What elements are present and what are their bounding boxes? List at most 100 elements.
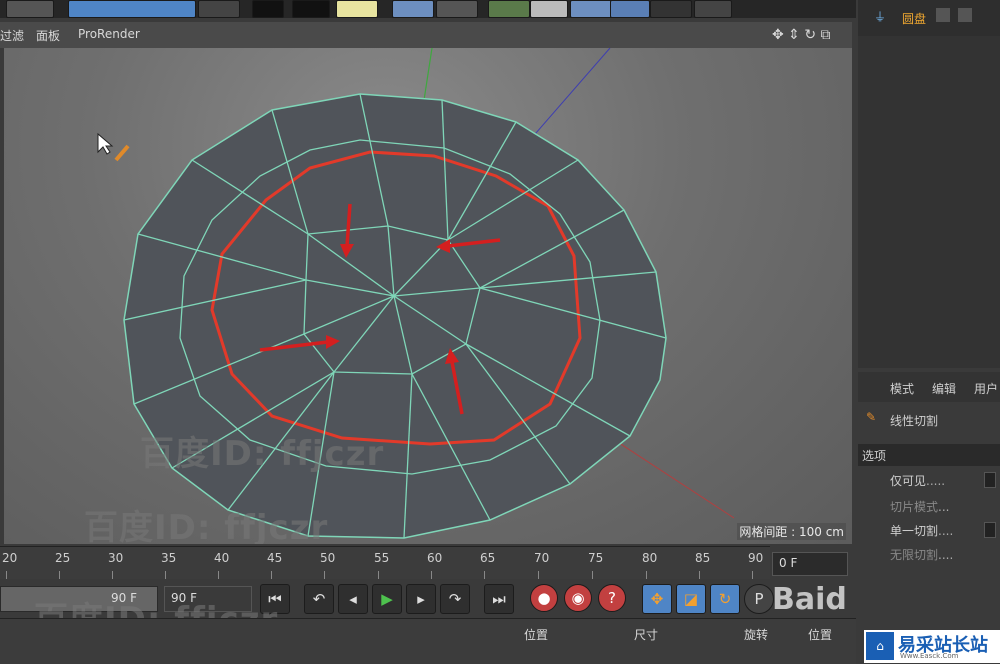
watermark-2: 百度ID: ffjczr (84, 508, 329, 544)
tick-label: 20 (2, 551, 18, 565)
infinite-cut-row[interactable]: 无限切割.... (890, 546, 953, 563)
viewport-scene (97, 48, 735, 539)
tick-label: 55 (374, 551, 390, 565)
main-toolbar (0, 0, 856, 18)
floor-tool-button[interactable] (610, 0, 650, 18)
ruler-tick (6, 571, 7, 579)
single-cut-label: 单一切割 (890, 524, 939, 538)
ruler-tick (431, 571, 432, 579)
spline-tool-button[interactable] (436, 0, 478, 18)
object-manager: ⏚ 圆盘 (858, 0, 1000, 368)
menu-panel[interactable]: 面板 (36, 27, 60, 44)
ruler-tick (646, 571, 647, 579)
ruler-tick (271, 571, 272, 579)
tool-button-coords[interactable] (198, 0, 240, 18)
single-cut-row[interactable]: 单一切割.... (890, 522, 953, 539)
viewport-navigation-icons[interactable]: ✥ ⇕ ↻ ⧉ (772, 27, 831, 43)
visibility-icon[interactable] (936, 8, 950, 22)
menu-filter[interactable]: 过滤 (0, 27, 24, 44)
knife-icon: ✎ (866, 410, 877, 424)
menu-user[interactable]: 用户 (974, 380, 998, 397)
go-to-next-keyframe-button[interactable]: ↷ (440, 584, 470, 614)
record-position-button[interactable]: ✥ (642, 584, 672, 614)
coordinates-panel: 位置 尺寸 旋转 位置 (0, 618, 856, 664)
tick-label: 50 (320, 551, 336, 565)
tool-button-move[interactable] (68, 0, 196, 18)
watermark-1: 百度ID: ffjczr (140, 434, 385, 474)
slice-mode-row[interactable]: 切片模式... (890, 498, 949, 515)
keyframe-selection-button[interactable]: ? (598, 584, 626, 612)
viewport-menubar: 过滤 面板 ProRender ✥ ⇕ ↻ ⧉ (0, 22, 852, 48)
site-logo-url: Www.Easck.Com (900, 652, 959, 660)
tool-button-brush[interactable] (6, 0, 54, 18)
nurbs-tool-button[interactable] (488, 0, 530, 18)
visible-only-label: 仅可见 (890, 474, 927, 488)
menu-edit[interactable]: 编辑 (932, 380, 956, 397)
current-frame-value: 0 F (779, 556, 798, 570)
visible-only-row[interactable]: 仅可见..... (890, 472, 945, 489)
knife-tool-icon (114, 144, 130, 162)
scene-tool-button[interactable] (570, 0, 612, 18)
rotation-header: 旋转 (744, 628, 769, 642)
site-logo: ⌂ 易采站长站 Www.Easck.Com (864, 630, 1000, 663)
tick-label: 25 (55, 551, 71, 565)
site-logo-icon: ⌂ (866, 632, 894, 660)
step-back-button[interactable]: ◂ (338, 584, 368, 614)
ruler-tick (165, 571, 166, 579)
camera-tool-button[interactable] (650, 0, 692, 18)
light-tool-button[interactable] (694, 0, 732, 18)
ruler-tick (484, 571, 485, 579)
ruler-tick (218, 571, 219, 579)
position-header: 位置 (524, 628, 549, 642)
options-tab[interactable]: 选项 (858, 444, 1000, 466)
record-rotation-button[interactable]: ↻ (710, 584, 740, 614)
mouse-cursor-icon (97, 132, 114, 155)
ruler-tick (592, 571, 593, 579)
ruler-tick (324, 571, 325, 579)
single-cut-checkbox[interactable] (984, 522, 996, 538)
ruler-tick (59, 571, 60, 579)
tick-label: 80 (642, 551, 658, 565)
record-parameter-button[interactable]: P (744, 584, 774, 614)
tick-label: 90 (748, 551, 764, 565)
menu-prorender[interactable]: ProRender (78, 27, 140, 41)
attributes-panel: 模式 编辑 用户 ✎ 线性切割 选项 仅可见..... 切片模式... 单一切割… (858, 372, 1000, 618)
record-keyframe-button[interactable]: ● (530, 584, 558, 612)
auto-keyframe-button[interactable]: ◉ (564, 584, 592, 612)
step-forward-button[interactable]: ▸ (406, 584, 436, 614)
tick-label: 45 (267, 551, 283, 565)
go-to-end-button[interactable]: ⏭ (484, 584, 514, 614)
ruler-tick (112, 571, 113, 579)
baidu-watermark: Baid (772, 582, 847, 617)
current-frame-field[interactable]: 0 F (772, 552, 848, 576)
timeline-ruler[interactable]: 20 25 30 35 40 45 50 55 60 65 70 75 80 8… (0, 546, 770, 579)
ruler-tick (699, 571, 700, 579)
slice-mode-label: 切片模式 (890, 500, 939, 514)
grid-spacing-label: 网格间距 : 100 cm (737, 523, 846, 540)
tag-icon[interactable] (958, 8, 972, 22)
play-button[interactable]: ▶ (372, 584, 402, 614)
infinite-cut-label: 无限切割 (890, 548, 939, 562)
visible-only-checkbox[interactable] (984, 472, 996, 488)
3d-viewport[interactable]: 百度ID: ffjczr 百度ID: ffjczr 网格间距 : 100 cm (4, 48, 852, 544)
go-to-prev-keyframe-button[interactable]: ↶ (304, 584, 334, 614)
deformer-tool-button[interactable] (530, 0, 568, 18)
size-header: 尺寸 (634, 628, 659, 642)
object-name[interactable]: 圆盘 (902, 10, 926, 27)
menu-mode[interactable]: 模式 (890, 380, 914, 397)
render-button[interactable] (292, 0, 330, 18)
tick-label: 60 (427, 551, 443, 565)
disc-object-icon: ⏚ (874, 10, 887, 24)
position-header-2: 位置 (808, 628, 833, 642)
render-view-button[interactable] (252, 0, 284, 18)
options-header: 选项 (862, 449, 887, 463)
tick-label: 70 (534, 551, 550, 565)
tool-name: 线性切割 (890, 414, 939, 428)
cube-tool-button[interactable] (392, 0, 434, 18)
ruler-tick (378, 571, 379, 579)
tick-label: 35 (161, 551, 177, 565)
render-settings-button[interactable] (336, 0, 378, 18)
tick-label: 65 (480, 551, 496, 565)
record-scale-button[interactable]: ◪ (676, 584, 706, 614)
tick-label: 75 (588, 551, 604, 565)
